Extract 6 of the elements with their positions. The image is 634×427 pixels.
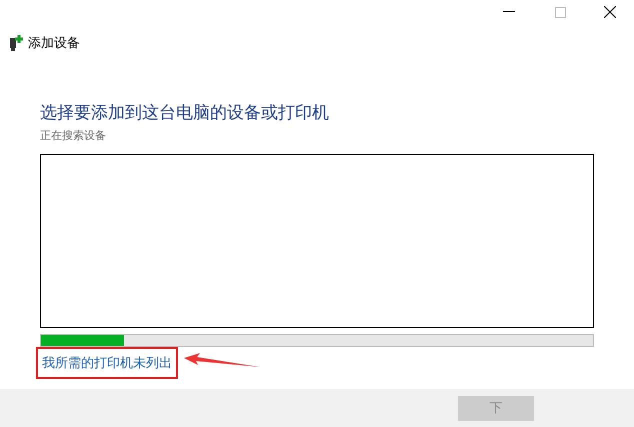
close-icon[interactable] — [604, 6, 616, 18]
device-add-icon — [9, 34, 23, 51]
search-status: 正在搜索设备 — [40, 128, 107, 144]
page-heading: 选择要添加到这台电脑的设备或打印机 — [40, 102, 330, 124]
window-title: 添加设备 — [28, 34, 80, 52]
minimize-icon[interactable] — [503, 11, 515, 13]
